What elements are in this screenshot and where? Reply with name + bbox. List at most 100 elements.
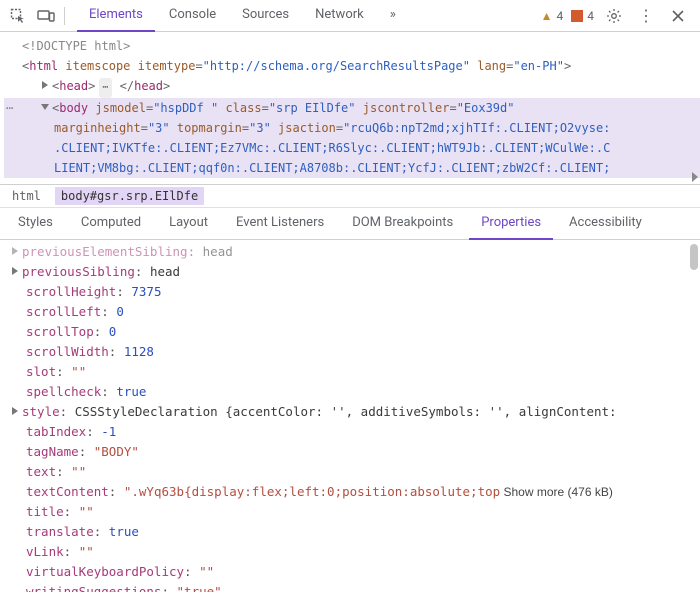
colon: : <box>56 364 71 379</box>
property-row[interactable]: writingSuggestions: "true" <box>8 582 700 592</box>
property-value: 1128 <box>124 344 154 359</box>
crumb-body[interactable]: body#gsr.srp.EIlDfe <box>55 187 204 205</box>
subtab-computed[interactable]: Computed <box>69 208 153 240</box>
property-name: slot <box>26 364 56 379</box>
property-row[interactable]: scrollHeight: 7375 <box>8 282 700 302</box>
colon: : <box>79 444 94 459</box>
colon: : <box>135 264 150 279</box>
properties-pane[interactable]: previousElementSibling: headpreviousSibl… <box>0 240 700 592</box>
settings-icon[interactable] <box>602 4 626 28</box>
expand-toggle-icon[interactable] <box>42 81 48 89</box>
property-value: "" <box>79 504 94 519</box>
property-value: true <box>116 384 146 399</box>
show-more-link[interactable]: Show more (476 kB) <box>500 485 613 499</box>
scroll-right-icon[interactable] <box>692 172 698 182</box>
error-icon <box>571 10 583 22</box>
property-row[interactable]: spellcheck: true <box>8 382 700 402</box>
property-row[interactable]: title: "" <box>8 502 700 522</box>
property-row[interactable]: translate: true <box>8 522 700 542</box>
property-value: 7375 <box>131 284 161 299</box>
subtab-dom-breakpoints[interactable]: DOM Breakpoints <box>340 208 465 240</box>
subtab-accessibility[interactable]: Accessibility <box>557 208 654 240</box>
subtab-event-listeners[interactable]: Event Listeners <box>224 208 336 240</box>
property-row[interactable]: previousSibling: head <box>8 262 700 282</box>
colon: : <box>86 424 101 439</box>
dom-head[interactable]: <head>⋯ </head> <box>4 76 700 98</box>
dom-body-attrs-3[interactable]: .CLIENT;IVKTfe:.CLIENT;Ez7VMc:.CLIENT;R6… <box>4 138 700 158</box>
property-value: true <box>109 524 139 539</box>
warning-icon: ▲ <box>541 9 553 23</box>
property-value: 0 <box>109 324 117 339</box>
property-row[interactable]: tabIndex: -1 <box>8 422 700 442</box>
property-row[interactable]: previousElementSibling: head <box>8 242 700 262</box>
property-name: spellcheck <box>26 384 101 399</box>
tab-network[interactable]: Network <box>303 0 376 32</box>
inspect-icon[interactable] <box>6 4 30 28</box>
property-value: "true" <box>177 584 222 592</box>
property-row[interactable]: vLink: "" <box>8 542 700 562</box>
colon: : <box>60 404 75 419</box>
property-name: text <box>26 464 56 479</box>
warnings-badge[interactable]: ▲ 4 <box>541 9 564 23</box>
toolbar-divider <box>64 7 65 25</box>
property-row[interactable]: slot: "" <box>8 362 700 382</box>
property-name: title <box>26 504 64 519</box>
property-row[interactable]: text: "" <box>8 462 700 482</box>
expand-toggle-icon[interactable] <box>41 104 49 110</box>
property-row[interactable]: tagName: "BODY" <box>8 442 700 462</box>
dom-doctype[interactable]: <!DOCTYPE html> <box>4 36 700 56</box>
colon: : <box>101 384 116 399</box>
ellipsis-icon[interactable]: ⋯ <box>99 78 112 98</box>
tab-sources[interactable]: Sources <box>230 0 301 32</box>
property-name: style <box>22 404 60 419</box>
colon: : <box>116 284 131 299</box>
dom-tree[interactable]: <!DOCTYPE html> <html itemscope itemtype… <box>0 32 700 184</box>
devtools-toolbar: Elements Console Sources Network » ▲ 4 4… <box>0 0 700 32</box>
property-value: head <box>150 264 180 279</box>
property-value: "" <box>71 364 86 379</box>
crumb-html[interactable]: html <box>6 187 47 205</box>
device-toolbar-icon[interactable] <box>34 4 58 28</box>
dom-body-open[interactable]: ⋯ <body jsmodel="hspDDf " class="srp EIl… <box>4 98 700 118</box>
property-name: scrollLeft <box>26 304 101 319</box>
property-row[interactable]: textContent: ".wYq63b{display:flex;left:… <box>8 482 700 502</box>
more-icon[interactable]: ⋮ <box>634 4 658 28</box>
property-row[interactable]: scrollWidth: 1128 <box>8 342 700 362</box>
dom-body-attrs-4[interactable]: LIENT;VM8bg:.CLIENT;qqf0n:.CLIENT;A8708b… <box>4 158 700 178</box>
property-row[interactable]: style: CSSStyleDeclaration {accentColor:… <box>8 402 700 422</box>
panel-tabs: Elements Console Sources Network » <box>77 0 408 32</box>
colon: : <box>64 544 79 559</box>
errors-count: 4 <box>587 9 594 23</box>
colon: : <box>56 464 71 479</box>
property-row[interactable]: virtualKeyboardPolicy: "" <box>8 562 700 582</box>
colon: : <box>109 344 124 359</box>
subtab-layout[interactable]: Layout <box>157 208 220 240</box>
errors-badge[interactable]: 4 <box>571 9 594 23</box>
colon: : <box>184 564 199 579</box>
breadcrumb: html body#gsr.srp.EIlDfe <box>0 184 700 208</box>
property-name: scrollTop <box>26 324 94 339</box>
tab-overflow[interactable]: » <box>378 0 408 32</box>
expand-toggle-icon[interactable] <box>12 267 18 275</box>
toolbar-right: ▲ 4 4 ⋮ <box>541 4 694 28</box>
close-icon[interactable] <box>666 4 690 28</box>
property-row[interactable]: scrollLeft: 0 <box>8 302 700 322</box>
property-name: previousSibling <box>22 264 135 279</box>
tab-elements[interactable]: Elements <box>77 0 155 32</box>
property-value: -1 <box>101 424 116 439</box>
tab-console[interactable]: Console <box>157 0 228 32</box>
property-name: textContent <box>26 484 109 499</box>
expand-toggle-icon[interactable] <box>12 247 18 255</box>
dom-body-attrs-2[interactable]: marginheight="3" topmargin="3" jsaction=… <box>4 118 700 138</box>
colon: : <box>161 584 176 592</box>
property-row[interactable]: scrollTop: 0 <box>8 322 700 342</box>
subtab-styles[interactable]: Styles <box>6 208 65 240</box>
property-value: CSSStyleDeclaration {accentColor: '', ad… <box>75 404 617 419</box>
property-value: "" <box>79 544 94 559</box>
dom-html-open[interactable]: <html itemscope itemtype="http://schema.… <box>4 56 700 76</box>
property-value: "" <box>199 564 214 579</box>
subtab-properties[interactable]: Properties <box>469 208 553 240</box>
property-name: writingSuggestions <box>26 584 161 592</box>
expand-toggle-icon[interactable] <box>12 407 18 415</box>
property-name: previousElementSibling <box>22 244 188 259</box>
